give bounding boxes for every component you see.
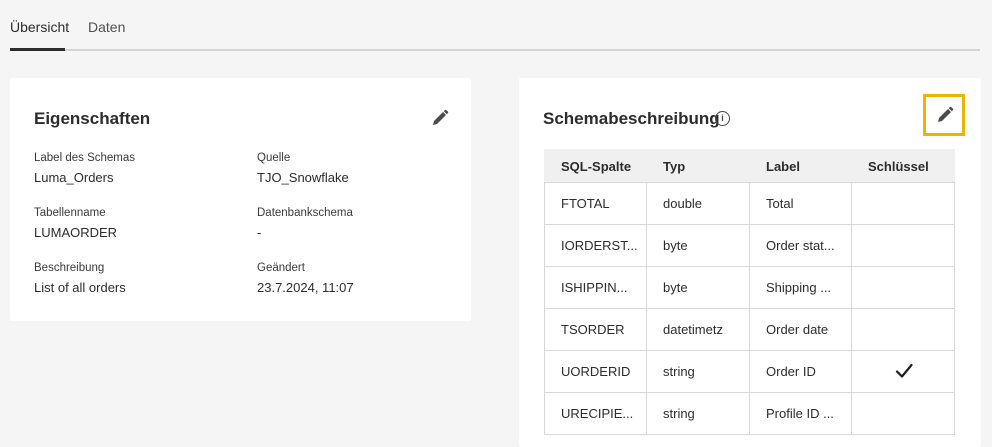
pencil-icon	[938, 106, 954, 122]
schema-description-card: Schemabeschreibung i SQL-Spalte Typ Labe…	[519, 78, 981, 447]
table-row[interactable]: ISHIPPIN... byte Shipping ...	[545, 266, 954, 308]
field-value: TJO_Snowflake	[257, 170, 349, 185]
cell-sql: IORDERST...	[561, 238, 638, 253]
active-tab-indicator	[10, 48, 65, 51]
properties-card: Eigenschaften Label des Schemas Luma_Ord…	[10, 78, 471, 321]
cell-label: Total	[766, 196, 794, 211]
properties-title: Eigenschaften	[34, 109, 151, 128]
cell-label: Shipping ...	[766, 280, 832, 295]
table-row[interactable]: FTOTAL double Total	[545, 182, 954, 224]
cell-label: Order date	[766, 322, 829, 337]
cell-type: string	[663, 406, 695, 421]
cell-type: double	[663, 196, 703, 211]
cell-type: byte	[663, 238, 688, 253]
edit-properties-button[interactable]	[431, 109, 451, 129]
table-header: SQL-Spalte Typ Label Schlüssel	[544, 149, 955, 182]
field-value: 23.7.2024, 11:07	[257, 280, 354, 295]
cell-sql: FTOTAL	[561, 196, 610, 211]
schema-table: SQL-Spalte Typ Label Schlüssel FTOTAL do…	[544, 149, 955, 435]
field-label: Beschreibung	[34, 262, 105, 274]
info-icon[interactable]: i	[715, 111, 730, 126]
column-header-type[interactable]: Typ	[663, 159, 685, 174]
cell-label: Profile ID ...	[766, 406, 834, 421]
table-body: FTOTAL double Total IORDERST... byte Ord…	[544, 182, 955, 435]
column-header-key[interactable]: Schlüssel	[868, 159, 929, 174]
pencil-icon	[433, 109, 449, 125]
cell-label: Order ID	[766, 364, 816, 379]
field-label: Quelle	[257, 152, 291, 164]
field-label: Label des Schemas	[34, 152, 136, 164]
field-value: -	[257, 225, 262, 240]
cell-type: datetimetz	[663, 322, 723, 337]
field-label: Geändert	[257, 262, 305, 274]
cell-type: string	[663, 364, 695, 379]
tab-data[interactable]: Daten	[88, 19, 125, 35]
field-value: Luma_Orders	[34, 170, 114, 185]
tab-overview[interactable]: Übersicht	[10, 19, 69, 35]
cell-label: Order stat...	[766, 238, 835, 253]
cell-sql: UORDERID	[561, 364, 631, 379]
checkmark-icon	[895, 363, 913, 378]
cell-sql: ISHIPPIN...	[561, 280, 628, 295]
table-row[interactable]: TSORDER datetimetz Order date	[545, 308, 954, 350]
table-row[interactable]: IORDERST... byte Order stat...	[545, 224, 954, 266]
column-header-sql[interactable]: SQL-Spalte	[561, 159, 631, 174]
cell-type: byte	[663, 280, 688, 295]
table-row[interactable]: URECIPIE... string Profile ID ...	[545, 392, 954, 434]
table-row[interactable]: UORDERID string Order ID	[545, 350, 954, 392]
cell-sql: URECIPIE...	[561, 406, 634, 421]
tab-bar-divider	[10, 49, 980, 51]
schema-title: Schemabeschreibung	[543, 109, 720, 128]
column-header-label[interactable]: Label	[766, 159, 800, 174]
cell-sql: TSORDER	[561, 322, 625, 337]
edit-schema-button[interactable]	[923, 94, 965, 136]
tab-bar: Übersicht Daten	[10, 0, 980, 52]
field-label: Tabellenname	[34, 207, 106, 219]
field-value: LUMAORDER	[34, 225, 118, 240]
field-label: Datenbankschema	[257, 207, 353, 219]
field-value: List of all orders	[34, 280, 126, 295]
